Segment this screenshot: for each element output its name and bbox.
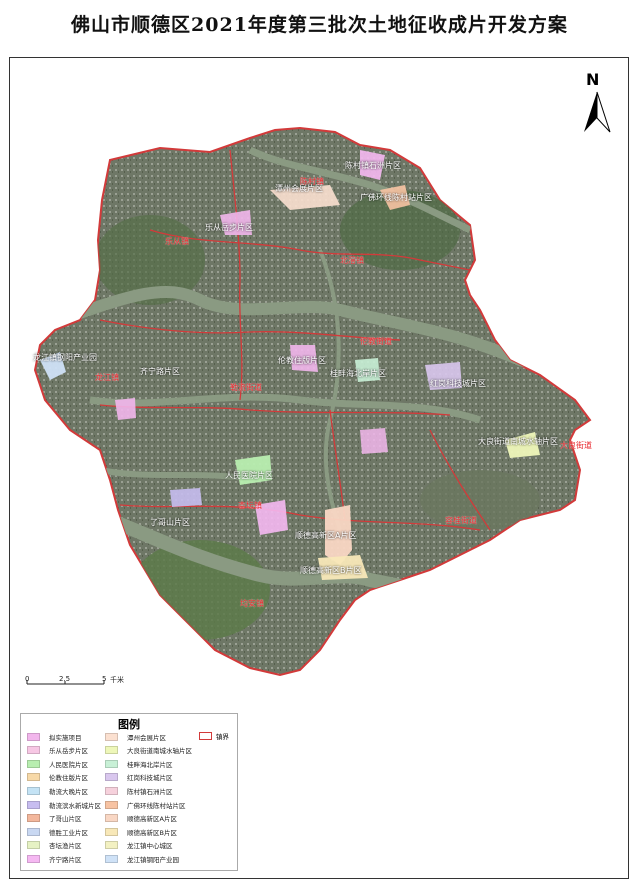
legend-item: 人民医院片区 bbox=[27, 758, 88, 769]
legend-item: 龙江镇中心城区 bbox=[105, 840, 173, 851]
legend-swatch bbox=[27, 746, 40, 755]
map-label: 桂畔海北岸片区 bbox=[330, 369, 386, 378]
scale-end: 5 bbox=[102, 675, 107, 683]
map-label: 大良街道南城水轴片区 bbox=[478, 437, 558, 446]
map-label: 陈村镇石洲片区 bbox=[345, 161, 401, 170]
legend-swatch bbox=[105, 746, 118, 755]
legend-item: 伦教住版片区 bbox=[27, 772, 88, 783]
town-label: 勒流街道 bbox=[230, 383, 262, 392]
legend-label: 齐宁路片区 bbox=[49, 855, 82, 864]
legend-item: 杏坛渔片区 bbox=[27, 840, 82, 851]
legend-label: 大良街道南城水轴片区 bbox=[127, 747, 192, 756]
legend-item: 乐从岳步片区 bbox=[27, 745, 88, 756]
legend-item: 顺德高新区B片区 bbox=[105, 826, 177, 837]
legend-swatch bbox=[27, 759, 40, 768]
legend-swatch bbox=[105, 773, 118, 782]
legend-label: 广佛环线陈村站片区 bbox=[127, 801, 186, 810]
legend-label: 镇界 bbox=[216, 733, 229, 741]
map-label: 齐宁路片区 bbox=[140, 367, 180, 376]
legend-swatch bbox=[105, 841, 118, 850]
legend-item: 顺德高新区A片区 bbox=[105, 813, 177, 824]
town-label: 北滘镇 bbox=[340, 256, 364, 265]
zone-binshui bbox=[170, 488, 202, 507]
legend-label: 陈村镇石洲片区 bbox=[127, 787, 173, 796]
legend-item: 德胜工业片区 bbox=[27, 826, 88, 837]
legend-item: 拟实施项目 bbox=[27, 731, 82, 742]
town-label: 龙江镇 bbox=[95, 373, 119, 382]
legend-item: 红岗科技城片区 bbox=[105, 772, 173, 783]
legend-label: 人民医院片区 bbox=[49, 760, 88, 769]
legend-swatch bbox=[27, 854, 40, 863]
legend-label: 伦教住版片区 bbox=[49, 774, 88, 783]
legend-label: 龙江镇钢阳产业园 bbox=[127, 855, 179, 864]
scale-unit: 千米 bbox=[110, 676, 124, 684]
legend-item: 陈村镇石洲片区 bbox=[105, 785, 173, 796]
legend-swatch bbox=[27, 827, 40, 836]
scale-start: 0 bbox=[25, 675, 30, 683]
legend-label: 勒流滨水新城片区 bbox=[49, 801, 101, 810]
legend-item: 了哥山片区 bbox=[27, 813, 82, 824]
map-label: 红岗科技城片区 bbox=[430, 379, 486, 388]
town-label: 均安镇 bbox=[240, 599, 264, 608]
legend-label: 杏坛渔片区 bbox=[49, 842, 82, 851]
legend-title: 图例 bbox=[118, 718, 140, 731]
legend-swatch bbox=[27, 814, 40, 823]
legend-swatch bbox=[105, 732, 118, 741]
legend-item: 潭州会展片区 bbox=[105, 731, 166, 742]
legend-label: 了哥山片区 bbox=[49, 815, 82, 824]
town-label: 杏坛镇 bbox=[238, 501, 262, 510]
map-label: 人民医院片区 bbox=[225, 471, 273, 480]
legend-swatch bbox=[27, 786, 40, 795]
town-label: 容桂街道 bbox=[445, 516, 477, 525]
legend-label: 乐从岳步片区 bbox=[49, 747, 88, 756]
legend-swatch bbox=[27, 773, 40, 782]
legend-item: 勒流滨水新城片区 bbox=[27, 799, 101, 810]
legend-label: 拟实施项目 bbox=[49, 733, 82, 742]
legend-swatch bbox=[105, 800, 118, 809]
legend-item: 齐宁路片区 bbox=[27, 853, 82, 864]
legend-item: 大良街道南城水轴片区 bbox=[105, 745, 192, 756]
legend-label: 红岗科技城片区 bbox=[127, 774, 173, 783]
north-label: N bbox=[586, 70, 600, 89]
map-label: 顺德高新区B片区 bbox=[300, 566, 362, 575]
legend-item: 龙江镇钢阳产业园 bbox=[105, 853, 179, 864]
legend-town-boundary: 镇界 bbox=[199, 731, 229, 741]
legend-label: 顺德高新区A片区 bbox=[127, 815, 177, 824]
scale-mid: 2.5 bbox=[59, 675, 71, 683]
legend-swatch bbox=[27, 732, 40, 741]
legend-label: 顺德高新区B片区 bbox=[127, 828, 177, 837]
legend-swatch bbox=[199, 732, 212, 740]
legend-swatch bbox=[27, 800, 40, 809]
legend-item: 桂畔海北岸片区 bbox=[105, 758, 173, 769]
legend-label: 德胜工业片区 bbox=[49, 828, 88, 837]
vegetation-area bbox=[420, 470, 540, 530]
legend-item: 勒流大晚片区 bbox=[27, 785, 88, 796]
legend-label: 勒流大晚片区 bbox=[49, 787, 88, 796]
map-label: 了哥山片区 bbox=[150, 518, 190, 527]
legend: 图例 镇界 拟实施项目乐从岳步片区 人民医院片区 伦教住版片区 勒流大晚片区勒流滨水新… bbox=[20, 713, 238, 871]
town-label: 伦教街道 bbox=[360, 337, 392, 346]
legend-swatch bbox=[105, 854, 118, 863]
legend-swatch bbox=[105, 786, 118, 795]
legend-item: 广佛环线陈村站片区 bbox=[105, 799, 186, 810]
legend-label: 龙江镇中心城区 bbox=[127, 842, 173, 851]
legend-swatch bbox=[105, 814, 118, 823]
zone-hospital bbox=[360, 428, 388, 454]
legend-swatch bbox=[105, 827, 118, 836]
legend-label: 潭州会展片区 bbox=[127, 733, 166, 742]
map-label: 顺德高新区A片区 bbox=[295, 531, 357, 540]
map-label: 广佛环线陈村站片区 bbox=[360, 193, 432, 202]
legend-swatch bbox=[105, 759, 118, 768]
town-label: 大良街道 bbox=[560, 441, 592, 450]
map-label: 伦教住版片区 bbox=[278, 356, 326, 365]
map-label: 乐从岳步片区 bbox=[205, 223, 253, 232]
legend-swatch bbox=[27, 841, 40, 850]
town-label: 乐从镇 bbox=[165, 237, 189, 246]
zone-dawan bbox=[115, 398, 136, 420]
legend-label: 桂畔海北岸片区 bbox=[127, 760, 173, 769]
map-label: 龙江镇钢阳产业园 bbox=[33, 353, 97, 362]
town-label: 陈村镇 bbox=[300, 177, 324, 186]
north-arrow-icon bbox=[584, 91, 611, 133]
